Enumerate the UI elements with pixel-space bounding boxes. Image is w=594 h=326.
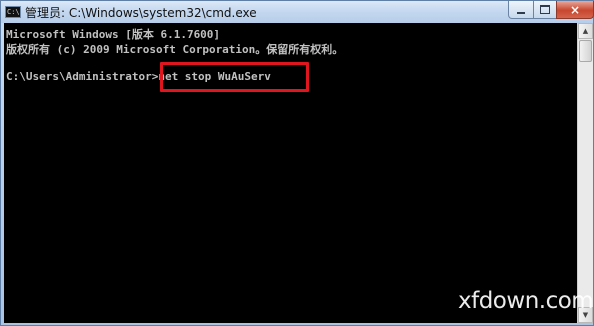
maximize-icon [540,5,550,14]
minimize-button[interactable] [508,1,534,19]
console-output[interactable]: Microsoft Windows [版本 6.1.7600] 版权所有 (c)… [4,23,577,323]
close-icon: × [569,2,581,17]
console-line-copyright: 版权所有 (c) 2009 Microsoft Corporation。保留所有… [6,43,344,56]
scroll-up-arrow-icon[interactable]: ▲ [578,23,593,39]
maximize-button[interactable] [533,1,557,19]
site-watermark: xfdown.com [458,288,594,314]
vertical-scrollbar[interactable]: ▲ ▼ [577,23,593,323]
scrollbar-thumb[interactable] [579,40,592,62]
cmd-app-icon[interactable]: C:\ [5,6,21,18]
cmd-window: C:\ 管理员: C:\Windows\system32\cmd.exe × M… [0,0,594,326]
console-line-version: Microsoft Windows [版本 6.1.7600] [6,28,221,41]
minimize-icon [517,11,525,14]
close-button[interactable]: × [556,1,594,19]
title-bar[interactable]: C:\ 管理员: C:\Windows\system32\cmd.exe × [1,1,594,23]
command-highlight-box [160,62,309,92]
window-title: 管理员: C:\Windows\system32\cmd.exe [25,6,257,20]
